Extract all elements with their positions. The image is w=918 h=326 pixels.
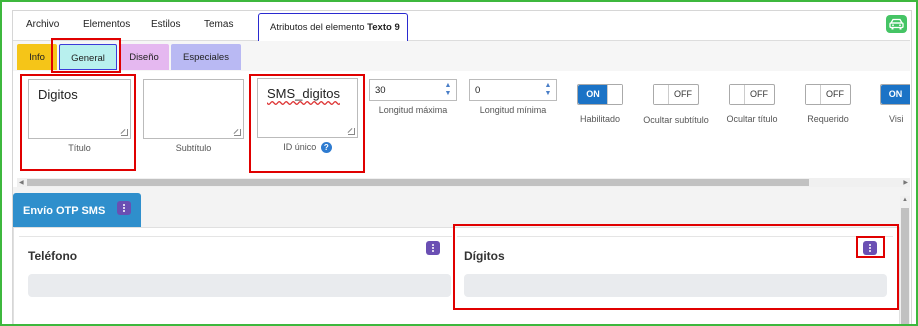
- field-telefono-input[interactable]: [28, 274, 451, 297]
- hide-subtitle-label: Ocultar subtítulo: [643, 115, 709, 125]
- tab-element-attributes[interactable]: Atributos del elemento Texto 9: [258, 13, 408, 41]
- min-length-label: Longitud mínima: [479, 105, 547, 115]
- preview-button[interactable]: [886, 15, 907, 33]
- visible-toggle[interactable]: ON: [880, 84, 910, 105]
- subtitle-textarea[interactable]: [143, 79, 244, 139]
- resize-grip-icon[interactable]: [121, 129, 128, 136]
- title-label: Título: [68, 143, 91, 153]
- kebab-menu-icon[interactable]: [863, 241, 877, 255]
- toggle-knob: [806, 85, 821, 104]
- hide-title-label: Ocultar título: [726, 114, 778, 124]
- menu-estilos[interactable]: Estilos: [151, 19, 180, 30]
- max-length-value: 30: [375, 85, 386, 96]
- hide-title-toggle[interactable]: OFF: [729, 84, 775, 105]
- tab-element-attributes-element: Texto 9: [367, 22, 400, 33]
- hide-title-toggle-state: OFF: [750, 89, 768, 99]
- tab-element-attributes-prefix: Atributos del elemento: [270, 22, 368, 33]
- max-length-input[interactable]: 30 ▲ ▼: [369, 79, 457, 101]
- resize-grip-icon[interactable]: [348, 128, 355, 135]
- unique-id-textarea[interactable]: SMS_digitos: [257, 78, 358, 138]
- menu-bar: Archivo Elementos Estilos Temas Atributo…: [13, 11, 910, 41]
- required-toggle[interactable]: OFF: [805, 84, 851, 105]
- max-length-label: Longitud máxima: [378, 105, 448, 115]
- toggle-knob: [654, 85, 669, 104]
- spinner-arrows-icon[interactable]: ▲ ▼: [543, 82, 553, 98]
- subtab-info[interactable]: Info: [17, 44, 57, 70]
- title-value: Digitos: [38, 87, 78, 102]
- scroll-left-icon[interactable]: ◀: [19, 179, 24, 186]
- title-textarea[interactable]: Digitos: [28, 79, 131, 139]
- form-section-title: Envío OTP SMS: [23, 205, 106, 217]
- properties-scrollbar[interactable]: ◀ ▶: [17, 178, 910, 187]
- min-length-input[interactable]: 0 ▲ ▼: [469, 79, 557, 101]
- form-section-body: Teléfono Dígitos: [13, 227, 900, 326]
- subtitle-label: Subtítulo: [175, 143, 212, 153]
- attribute-subtabs: Info General Diseño Especiales: [13, 41, 910, 71]
- unique-id-value: SMS_digitos: [267, 86, 340, 101]
- help-icon[interactable]: ?: [320, 142, 332, 154]
- scroll-up-icon[interactable]: ▲: [902, 197, 908, 203]
- toggle-knob: [730, 85, 745, 104]
- subtab-especiales[interactable]: Especiales: [171, 44, 241, 70]
- required-label: Requerido: [807, 114, 849, 124]
- hide-subtitle-toggle[interactable]: OFF: [653, 84, 699, 105]
- resize-grip-icon[interactable]: [234, 129, 241, 136]
- min-length-value: 0: [475, 85, 481, 96]
- enabled-toggle[interactable]: ON: [577, 84, 623, 105]
- scrollbar-thumb[interactable]: [901, 208, 909, 326]
- toggle-knob: [607, 85, 622, 104]
- enabled-toggle-state: ON: [578, 85, 608, 104]
- visible-toggle-state: ON: [881, 85, 910, 104]
- enabled-label: Habilitado: [579, 114, 621, 124]
- required-toggle-state: OFF: [826, 89, 844, 99]
- spinner-arrows-icon[interactable]: ▲ ▼: [443, 82, 453, 98]
- form-section-tab[interactable]: Envío OTP SMS: [13, 193, 141, 227]
- hide-subtitle-toggle-state: OFF: [674, 89, 692, 99]
- menu-archivo[interactable]: Archivo: [26, 19, 59, 30]
- scrollbar-thumb[interactable]: [27, 179, 809, 186]
- menu-elementos[interactable]: Elementos: [83, 19, 130, 30]
- general-properties: Digitos Título Subtítulo SMS_digitos ID …: [13, 71, 910, 178]
- field-telefono-title: Teléfono: [28, 249, 78, 263]
- unique-id-label-row: ID único ?: [257, 142, 358, 154]
- car-icon: [889, 18, 904, 30]
- subtab-general[interactable]: General: [59, 44, 117, 70]
- field-digitos[interactable]: Dígitos: [457, 236, 893, 304]
- menu-temas[interactable]: Temas: [204, 19, 233, 30]
- subtab-diseno[interactable]: Diseño: [119, 44, 169, 70]
- kebab-menu-icon[interactable]: [426, 241, 440, 255]
- visible-label: Visi: [889, 114, 904, 124]
- field-digitos-title: Dígitos: [464, 249, 505, 263]
- unique-id-label: ID único: [283, 142, 317, 152]
- field-telefono[interactable]: Teléfono: [19, 236, 452, 304]
- scroll-right-icon[interactable]: ▶: [903, 179, 908, 186]
- field-digitos-input[interactable]: [464, 274, 887, 297]
- kebab-menu-icon[interactable]: [117, 201, 131, 215]
- form-vertical-scrollbar[interactable]: ▲: [900, 196, 910, 326]
